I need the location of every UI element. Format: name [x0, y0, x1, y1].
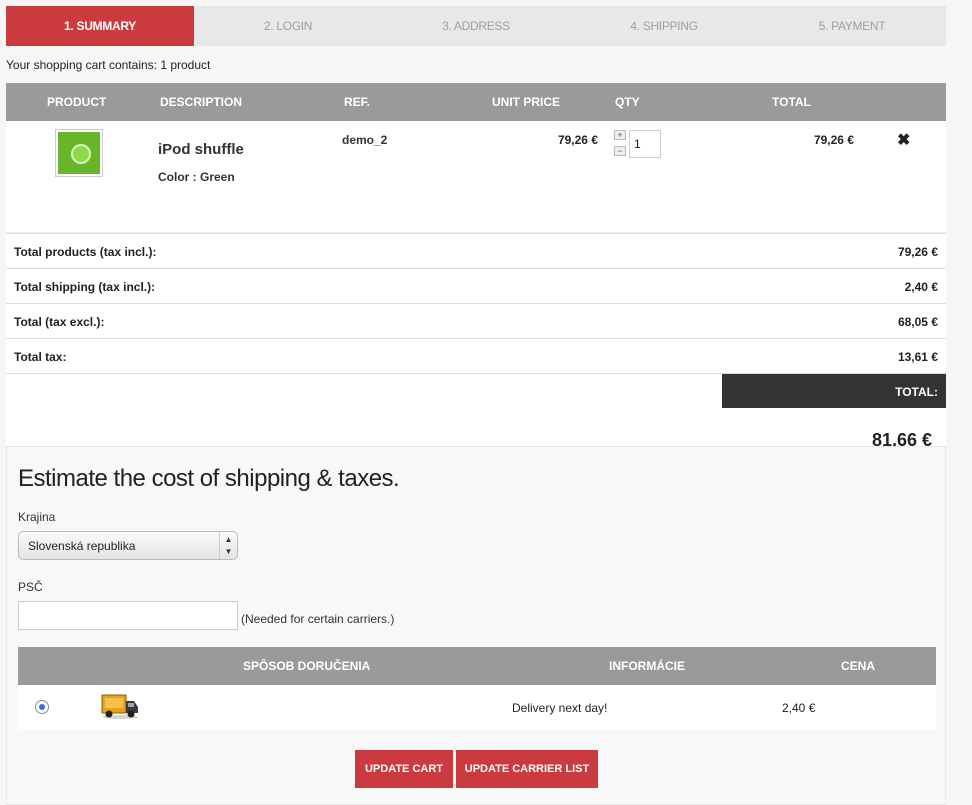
summary-row: Total tax: 13,61 € [6, 338, 946, 373]
summary-value: 79,26 € [897, 245, 938, 259]
summary-label: Total (tax excl.): [14, 315, 105, 329]
carrier-row[interactable]: Delivery next day! 2,40 € [18, 685, 936, 729]
country-select-value: Slovenská republika [28, 539, 136, 553]
header-qty: QTY [615, 95, 640, 109]
header-product: PRODUCT [47, 95, 107, 109]
carrier-table: SPÔSOB DORUČENIA INFORMÁCIE CENA Deliver… [18, 647, 936, 729]
cart-count-text: Your shopping cart contains: 1 product [6, 58, 211, 72]
summary-row: Total shipping (tax incl.): 2,40 € [6, 268, 946, 303]
step-login[interactable]: 2. Login [194, 6, 382, 46]
cart-table: PRODUCT DESCRIPTION REF. UNIT PRICE QTY … [6, 83, 946, 463]
summary-label: Total shipping (tax incl.): [14, 280, 156, 294]
carrier-price: 2,40 € [782, 701, 816, 715]
header-description: DESCRIPTION [160, 95, 243, 109]
grand-total-label: TOTAL: [722, 374, 946, 408]
zip-note: (Needed for certain carriers.) [241, 612, 395, 626]
estimate-shipping-panel: Estimate the cost of shipping & taxes. K… [6, 446, 946, 805]
header-information: INFORMÁCIE [609, 659, 685, 673]
product-attributes: Color : Green [158, 170, 235, 184]
step-summary[interactable]: 1. Summary [6, 6, 194, 46]
update-carrier-list-button[interactable]: UPDATE CARRIER LIST [456, 750, 598, 788]
select-arrows-icon: ▲ ▼ [219, 532, 237, 559]
summary-row: Total products (tax incl.): 79,26 € [6, 233, 946, 268]
header-delivery-method: SPÔSOB DORUČENIA [243, 659, 371, 673]
product-thumbnail[interactable] [55, 129, 103, 177]
header-total: TOTAL [772, 95, 811, 109]
summary-label: Total products (tax incl.): [14, 245, 157, 259]
update-cart-button[interactable]: UPDATE CART [355, 750, 453, 788]
product-unit-price: 79,26 € [557, 133, 598, 147]
country-label: Krajina [18, 510, 56, 524]
product-ref: demo_2 [342, 133, 388, 147]
summary-value: 13,61 € [897, 350, 938, 364]
summary-label: Total tax: [14, 350, 67, 364]
step-shipping[interactable]: 4. Shipping [570, 6, 758, 46]
zip-label: PSČ [18, 580, 43, 594]
header-price: CENA [841, 659, 876, 673]
summary-row: Total (tax excl.): 68,05 € [6, 303, 946, 338]
estimate-title: Estimate the cost of shipping & taxes. [18, 465, 400, 492]
delete-icon[interactable]: ✖ [897, 130, 910, 150]
truck-icon [101, 694, 138, 719]
cart-product-row: iPod shuffle Color : Green demo_2 79,26 … [6, 121, 946, 233]
step-payment[interactable]: 5. Payment [758, 6, 946, 46]
quantity-input[interactable]: 1 [629, 130, 661, 158]
cart-table-header: PRODUCT DESCRIPTION REF. UNIT PRICE QTY … [6, 83, 946, 121]
product-name[interactable]: iPod shuffle [158, 141, 244, 158]
summary-value: 68,05 € [897, 315, 938, 329]
checkout-steps: 1. Summary 2. Login 3. Address 4. Shippi… [6, 6, 946, 46]
country-select[interactable]: Slovenská republika ▲ ▼ [18, 531, 238, 560]
header-unit-price: UNIT PRICE [492, 95, 561, 109]
summary-value: 2,40 € [904, 280, 938, 294]
step-address[interactable]: 3. Address [382, 6, 570, 46]
carrier-table-header: SPÔSOB DORUČENIA INFORMÁCIE CENA [18, 647, 936, 685]
qty-increase-button[interactable]: + [614, 130, 626, 140]
header-ref: REF. [344, 95, 371, 109]
qty-decrease-button[interactable]: − [614, 146, 626, 156]
carrier-info: Delivery next day! [512, 701, 608, 715]
product-total: 79,26 € [813, 133, 854, 147]
carrier-radio[interactable] [35, 700, 49, 714]
zip-input[interactable] [18, 601, 238, 630]
